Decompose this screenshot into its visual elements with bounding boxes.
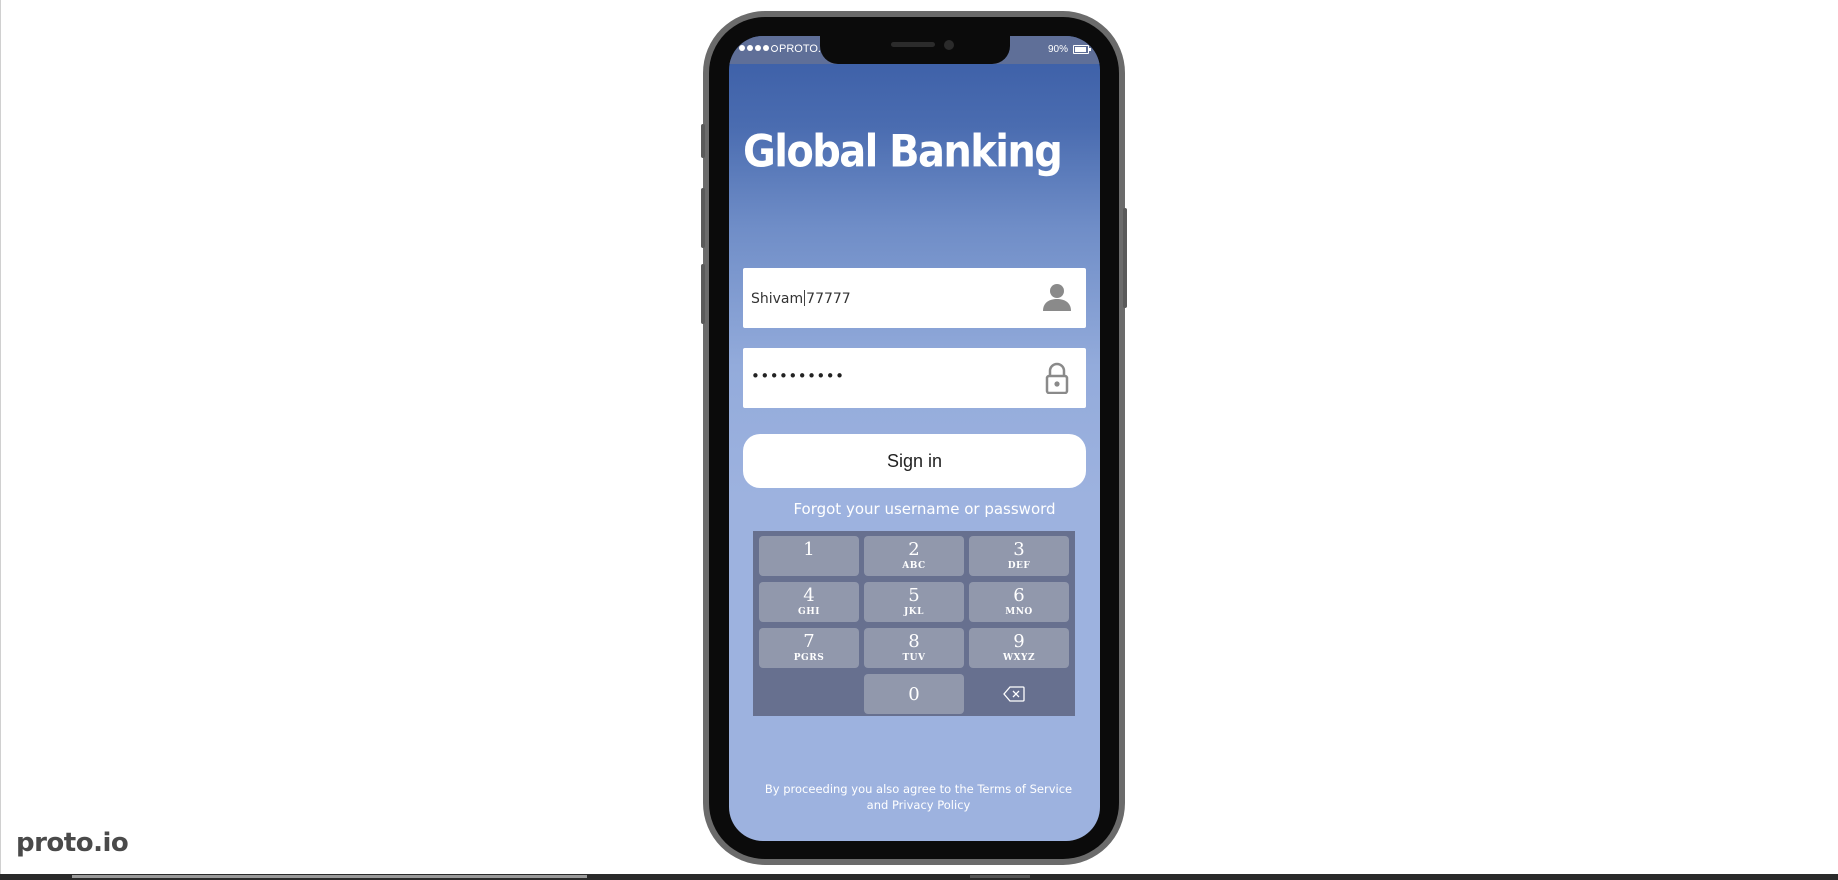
forgot-credentials-link[interactable]: Forgot your username or password [729, 500, 1100, 518]
key-letters: MNO [1005, 607, 1033, 617]
keypad-key-2[interactable]: 2 ABC [864, 536, 964, 576]
key-letters: PGRS [793, 653, 825, 663]
username-value[interactable]: Shivam 77777 [751, 290, 851, 307]
key-letters: ABC [902, 561, 926, 571]
key-digit: 2 [908, 539, 920, 560]
key-digit: 1 [803, 539, 815, 560]
key-letters: WXYZ [1002, 653, 1036, 663]
sign-in-button[interactable]: Sign in [743, 434, 1086, 488]
phone-notch [820, 36, 1010, 64]
phone-volume-down [701, 264, 705, 324]
user-icon [1043, 284, 1071, 311]
keypad-key-6[interactable]: 6 MNO [969, 582, 1069, 622]
password-value[interactable]: •••••••••• [751, 367, 844, 385]
password-field[interactable]: •••••••••• [743, 348, 1086, 408]
keypad-key-0[interactable]: 0 [864, 674, 964, 714]
key-digit: 4 [803, 585, 815, 606]
key-letters: DEF [1007, 561, 1031, 571]
key-digit: 6 [1013, 585, 1025, 606]
keypad-key-4[interactable]: 4 GHI [759, 582, 859, 622]
key-digit: 0 [908, 684, 920, 705]
terms-line-1: By proceeding you also agree to the Term… [764, 782, 1073, 796]
username-field[interactable]: Shivam 77777 [743, 268, 1086, 328]
keypad-key-9[interactable]: 9 WXYZ [969, 628, 1069, 668]
keypad-key-3[interactable]: 3 DEF [969, 536, 1069, 576]
scrollbar-segment [970, 875, 1030, 878]
key-digit: 5 [908, 585, 920, 606]
speaker-grille [891, 42, 935, 47]
keypad-key-8[interactable]: 8 TUV [864, 628, 964, 668]
proto-io-logo: proto.io [16, 828, 129, 858]
username-text-after-cursor: 77777 [806, 291, 851, 307]
terms-notice: By proceeding you also agree to the Term… [729, 781, 1100, 813]
key-letters: JKL [904, 607, 924, 617]
key-digit: 7 [803, 631, 815, 652]
phone-silent-switch [701, 124, 705, 158]
key-digit: 8 [908, 631, 920, 652]
key-letters: GHI [798, 607, 820, 617]
phone-volume-up [701, 188, 705, 248]
keypad-key-5[interactable]: 5 JKL [864, 582, 964, 622]
scrollbar-thumb[interactable] [72, 875, 587, 878]
battery-icon [1073, 45, 1091, 54]
lock-icon [1045, 362, 1069, 394]
viewport-left-border [0, 0, 1, 880]
key-digit: 9 [1013, 631, 1025, 652]
numeric-keypad: 1 2 ABC 3 DEF 4 GHI 5 JKL 6 MNO 7 PGRS 8 TUV 9W… [753, 531, 1075, 716]
horizontal-scrollbar[interactable] [0, 874, 1838, 880]
front-camera [944, 40, 954, 50]
key-letters: TUV [902, 653, 926, 663]
keypad-key-1[interactable]: 1 [759, 536, 859, 576]
phone-power-button [1123, 208, 1127, 308]
battery-percentage: 90% [1048, 44, 1069, 55]
keypad-key-7[interactable]: 7 PGRS [759, 628, 859, 668]
backspace-icon[interactable] [1003, 686, 1025, 702]
app-title: Global Banking [743, 126, 1063, 178]
username-text-before-cursor: Shivam [751, 291, 804, 307]
terms-line-2: and Privacy Policy [866, 798, 971, 812]
signal-strength-icon [739, 45, 778, 52]
key-digit: 3 [1013, 539, 1025, 560]
phone-screen: PROTO.IO 90% Global Banking Shivam 77777 … [729, 36, 1100, 841]
text-cursor [804, 290, 806, 306]
